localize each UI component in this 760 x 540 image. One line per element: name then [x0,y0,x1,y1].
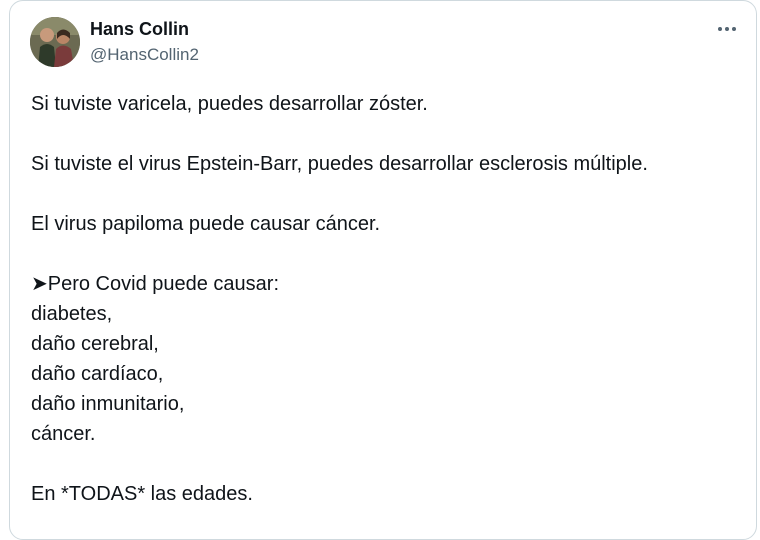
tweet-line: El virus papiloma puede causar cáncer. [31,213,381,235]
avatar-photo [30,17,80,67]
tweet-line: ➤Pero Covid puede causar: [31,273,280,295]
tweet-line: En *TODAS* las edades. [31,483,253,505]
author-name[interactable]: Hans Collin [90,19,189,40]
more-horizontal-icon [718,27,736,31]
avatar[interactable] [30,17,80,67]
more-options-button[interactable] [712,14,742,44]
tweet-line: daño cerebral, [31,333,159,355]
tweet-line: daño cardíaco, [31,363,164,385]
tweet-line: Si tuviste el virus Epstein-Barr, puedes… [31,153,648,175]
tweet-line: diabetes, [31,303,113,325]
tweet-line: Si tuviste varicela, puedes desarrollar … [31,93,428,115]
tweet-line: cáncer. [31,423,96,445]
author-handle[interactable]: @HansCollin2 [90,45,199,65]
tweet-line: daño inmunitario, [31,393,185,415]
tweet-text: Si tuviste varicela, puedes desarrollar … [31,89,731,509]
